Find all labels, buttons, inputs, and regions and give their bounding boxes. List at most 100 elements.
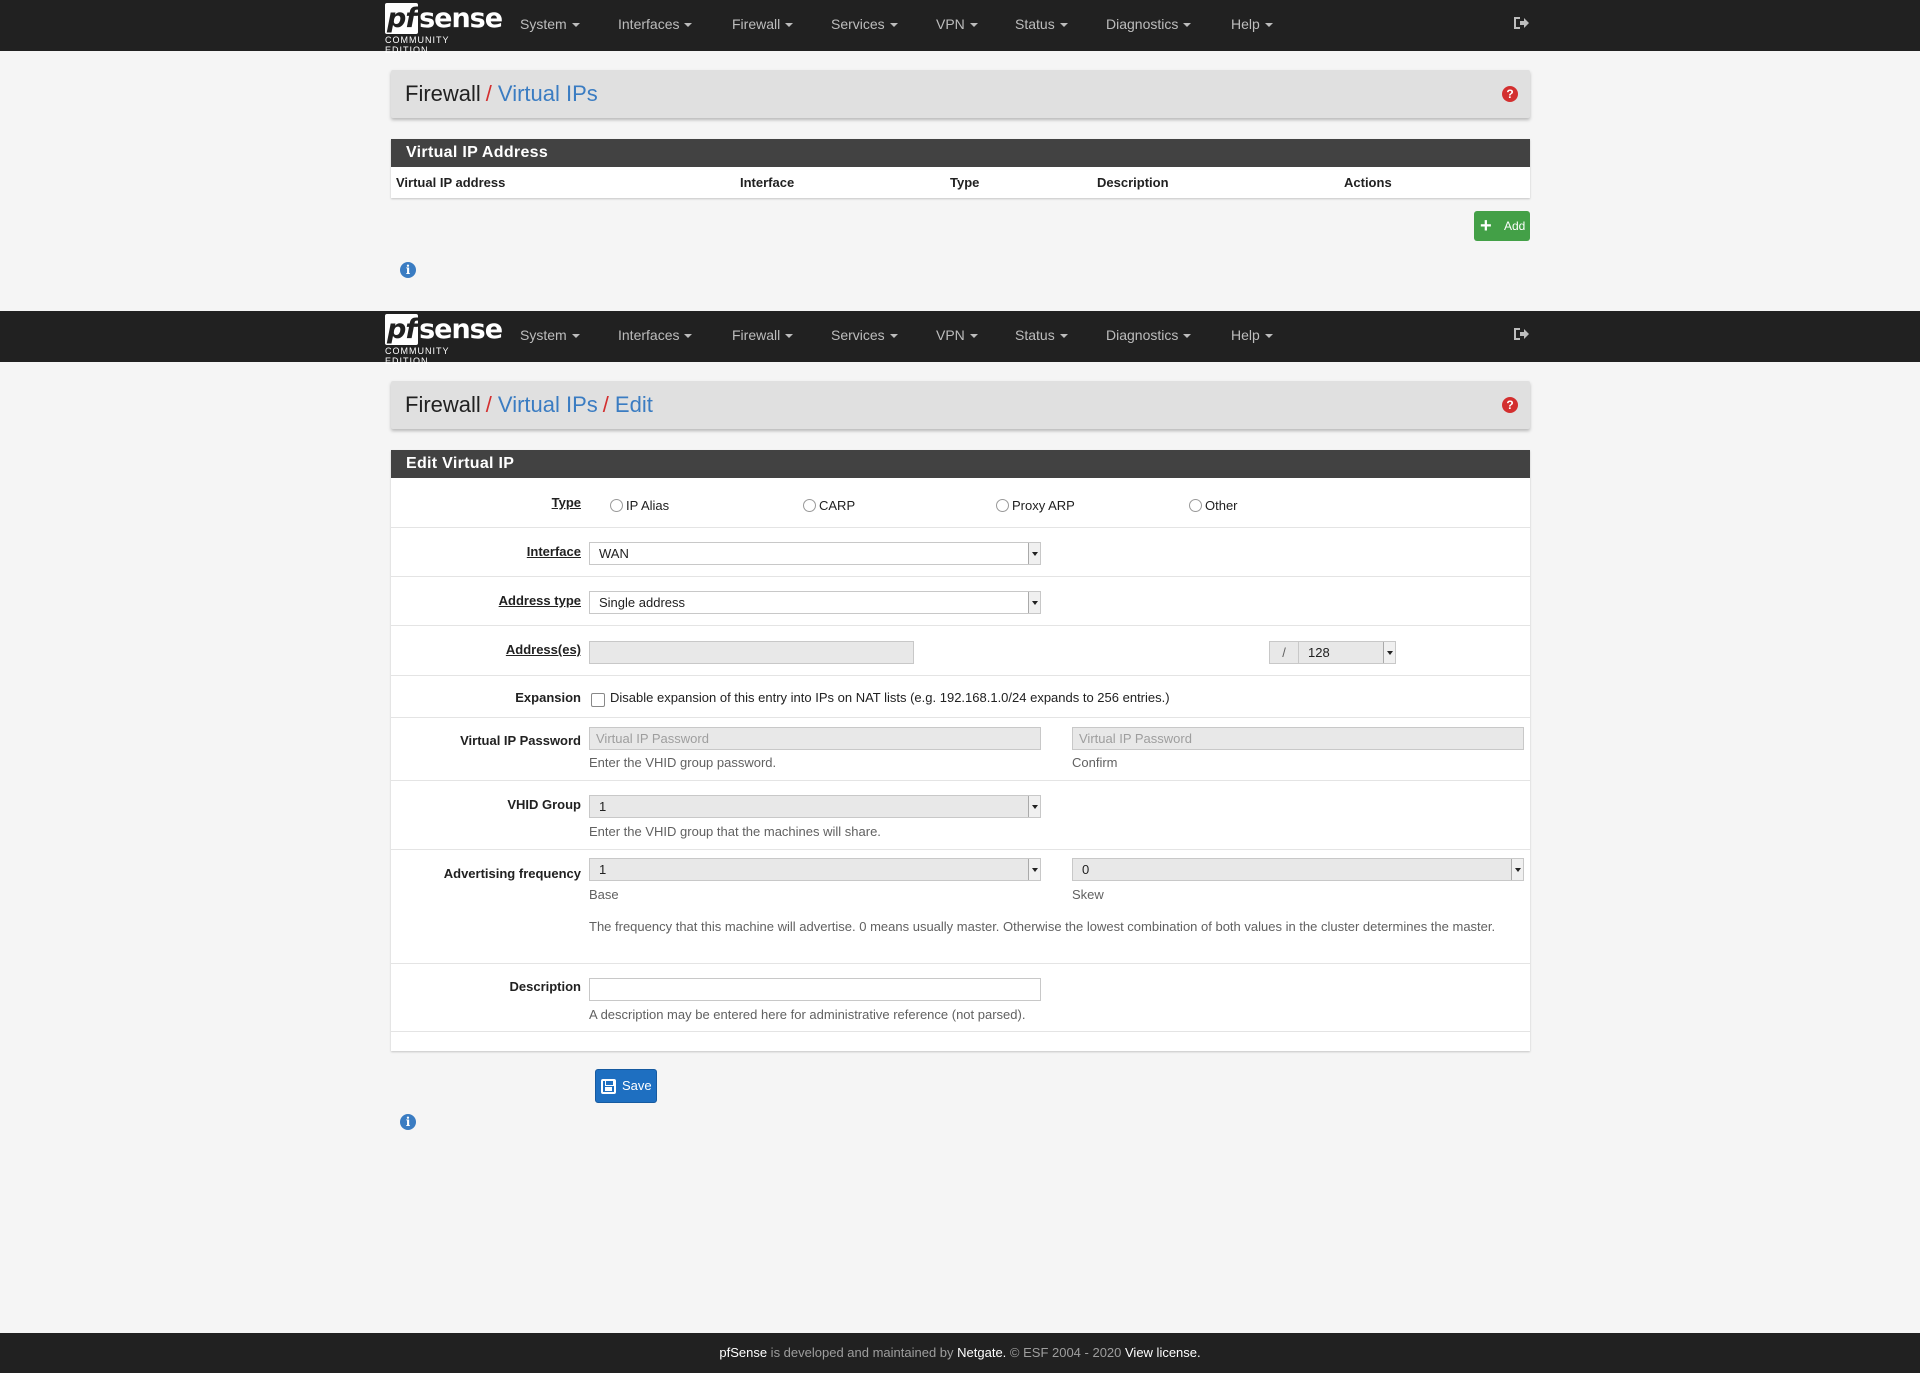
breadcrumb-firewall: Firewall	[405, 81, 481, 106]
nav-vpn[interactable]: VPN	[936, 311, 978, 362]
radio-circle-icon	[996, 499, 1009, 512]
advertising-frequency-hint: The frequency that this machine will adv…	[589, 919, 1496, 934]
subnet-mask-select[interactable]: 128	[1298, 641, 1396, 664]
description-row: Description A description may be entered…	[391, 963, 1530, 1032]
nav-services[interactable]: Services	[831, 0, 898, 51]
column-header: Virtual IP address	[396, 175, 506, 190]
caret-down-icon	[1059, 334, 1068, 339]
column-header: Description	[1097, 175, 1169, 190]
add-button[interactable]: + Add	[1474, 211, 1530, 241]
addresses-row: Address(es) / 128	[391, 625, 1530, 675]
column-header: Actions	[1344, 175, 1392, 190]
password-row: Virtual IP Password Virtual IP Password …	[391, 717, 1530, 780]
expansion-label: Expansion	[515, 690, 581, 705]
radio-circle-icon	[803, 499, 816, 512]
top-navbar: pf sense COMMUNITY EDITION System Interfa…	[0, 311, 1920, 366]
top-navbar: pf sense COMMUNITY EDITION System Interfa…	[0, 0, 1920, 55]
breadcrumb-firewall: Firewall	[405, 392, 481, 417]
mask-separator: /	[1269, 641, 1299, 664]
address-type-select[interactable]: Single address	[589, 591, 1041, 614]
nav-help[interactable]: Help	[1231, 0, 1273, 51]
radio-ip-alias[interactable]: IP Alias	[610, 498, 669, 513]
breadcrumb-edit[interactable]: Edit	[615, 392, 653, 417]
breadcrumb-virtual-ips[interactable]: Virtual IPs	[498, 392, 598, 417]
column-header: Interface	[740, 175, 795, 190]
footer: pfSense is developed and maintained by N…	[0, 1333, 1920, 1373]
interface-select[interactable]: WAN	[589, 542, 1041, 565]
breadcrumb: Firewall / Virtual IPs / Edit ?	[391, 381, 1530, 429]
nav-interfaces[interactable]: Interfaces	[618, 0, 693, 51]
address-type-row: Address type Single address	[391, 576, 1530, 625]
password-label: Virtual IP Password	[460, 733, 581, 748]
footer-license-link[interactable]: View license.	[1125, 1345, 1201, 1360]
vhid-row: VHID Group 1 Enter the VHID group that t…	[391, 780, 1530, 849]
nav-system[interactable]: System	[520, 311, 580, 362]
pfsense-logo[interactable]: pf sense COMMUNITY EDITION	[385, 314, 503, 366]
footer-pfsense-link[interactable]: pfSense	[719, 1345, 767, 1360]
radio-other[interactable]: Other	[1189, 498, 1238, 513]
save-icon	[601, 1079, 616, 1094]
caret-down-icon	[1059, 23, 1068, 28]
pfsense-logo[interactable]: pf sense COMMUNITY EDITION	[385, 3, 503, 55]
base-hint: Base	[589, 887, 619, 902]
password-confirm-input[interactable]: Virtual IP Password	[1072, 727, 1524, 750]
caret-down-icon	[969, 334, 978, 339]
type-row: Type IP Alias CARP Proxy ARP Other	[391, 478, 1530, 527]
caret-down-icon	[1264, 334, 1273, 339]
interface-row: Interface WAN	[391, 527, 1530, 576]
select-arrow-icon	[1028, 859, 1040, 880]
caret-down-icon	[1264, 23, 1273, 28]
breadcrumb-virtual-ips[interactable]: Virtual IPs	[498, 81, 598, 106]
nav-diagnostics[interactable]: Diagnostics	[1106, 311, 1192, 362]
caret-down-icon	[889, 334, 898, 339]
addresses-label: Address(es)	[505, 642, 581, 657]
skew-hint: Skew	[1072, 887, 1104, 902]
help-icon[interactable]: ?	[1502, 397, 1518, 413]
caret-down-icon	[889, 23, 898, 28]
virtual-ip-table-panel: Virtual IP Address Virtual IP address In…	[391, 139, 1530, 198]
nav-interfaces[interactable]: Interfaces	[618, 311, 693, 362]
type-label: Type	[551, 495, 581, 510]
plus-icon: +	[1480, 215, 1492, 237]
radio-proxy-arp[interactable]: Proxy ARP	[996, 498, 1075, 513]
sign-out-icon[interactable]	[1513, 15, 1529, 31]
interface-label: Interface	[526, 544, 581, 559]
advertising-base-select[interactable]: 1	[589, 858, 1041, 881]
help-icon[interactable]: ?	[1502, 86, 1518, 102]
nav-help[interactable]: Help	[1231, 311, 1273, 362]
nav-status[interactable]: Status	[1015, 0, 1068, 51]
nav-firewall[interactable]: Firewall	[732, 0, 794, 51]
radio-carp[interactable]: CARP	[803, 498, 855, 513]
expansion-row: Expansion Disable expansion of this entr…	[391, 675, 1530, 717]
nav-status[interactable]: Status	[1015, 311, 1068, 362]
password-input[interactable]: Virtual IP Password	[589, 727, 1041, 750]
nav-firewall[interactable]: Firewall	[732, 311, 794, 362]
caret-down-icon	[785, 23, 794, 28]
caret-down-icon	[571, 334, 580, 339]
description-hint: A description may be entered here for ad…	[589, 1007, 1026, 1022]
info-icon[interactable]: i	[400, 262, 416, 278]
footer-netgate-link[interactable]: Netgate.	[957, 1345, 1006, 1360]
caret-down-icon	[684, 23, 693, 28]
save-button[interactable]: Save	[595, 1069, 657, 1103]
advertising-skew-select[interactable]: 0	[1072, 858, 1524, 881]
advertising-frequency-row: Advertising frequency 1 0 Base Skew The …	[391, 849, 1530, 963]
caret-down-icon	[969, 23, 978, 28]
nav-diagnostics[interactable]: Diagnostics	[1106, 0, 1192, 51]
description-label: Description	[509, 979, 581, 994]
nav-services[interactable]: Services	[831, 311, 898, 362]
nav-vpn[interactable]: VPN	[936, 0, 978, 51]
radio-circle-icon	[610, 499, 623, 512]
description-input[interactable]	[589, 978, 1041, 1001]
expansion-checkbox[interactable]	[591, 693, 605, 707]
panel-title: Virtual IP Address	[391, 139, 1530, 167]
caret-down-icon	[785, 334, 794, 339]
vhid-select[interactable]: 1	[589, 795, 1041, 818]
vhid-label: VHID Group	[507, 797, 581, 812]
nav-system[interactable]: System	[520, 0, 580, 51]
address-type-label: Address type	[498, 593, 581, 608]
sign-out-icon[interactable]	[1513, 326, 1529, 342]
info-icon[interactable]: i	[400, 1114, 416, 1130]
address-input[interactable]	[589, 641, 914, 664]
select-arrow-icon	[1511, 859, 1523, 880]
